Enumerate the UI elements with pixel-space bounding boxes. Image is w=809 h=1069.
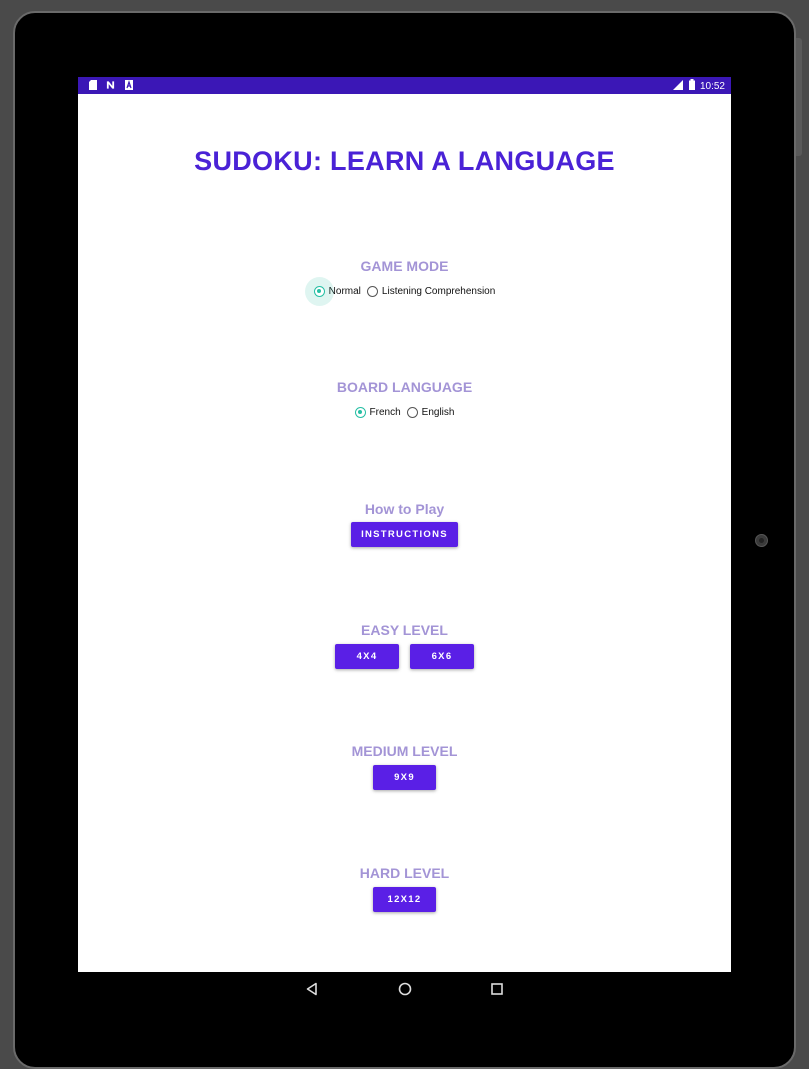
camera (755, 534, 768, 547)
board-language-radio-group: French English (78, 407, 731, 418)
easy-level-label: EASY LEVEL (361, 622, 448, 638)
hard-level-label: HARD LEVEL (359, 865, 450, 881)
radio-listening-label: Listening Comprehension (381, 286, 496, 297)
signal-icon (672, 79, 684, 93)
navigation-bar (78, 972, 731, 1006)
radio-english[interactable]: English (406, 407, 455, 418)
board-language-label: BOARD LANGUAGE (336, 379, 473, 395)
n-icon (106, 80, 115, 90)
a-icon (124, 80, 133, 90)
status-time: 10:52 (699, 80, 725, 92)
radio-unchecked-icon[interactable] (406, 407, 418, 418)
instructions-button[interactable]: INSTRUCTIONS (351, 522, 458, 547)
easy-6x6-button[interactable]: 6X6 (410, 644, 474, 669)
medium-9x9-button[interactable]: 9X9 (373, 765, 436, 790)
radio-normal[interactable]: Normal (304, 277, 361, 306)
app-title: SUDOKU: LEARN A LANGUAGE (194, 146, 615, 176)
home-icon[interactable] (396, 980, 414, 998)
back-icon[interactable] (303, 980, 321, 998)
hard-12x12-button[interactable]: 12X12 (373, 887, 436, 912)
sd-card-icon (88, 80, 97, 90)
screen: 10:52 SUDOKU: LEARN A LANGUAGE GAME MODE… (78, 77, 731, 1006)
radio-checked-icon[interactable] (313, 286, 325, 297)
radio-listening-comprehension[interactable]: Listening Comprehension (366, 286, 496, 297)
how-to-play-label: How to Play (364, 501, 445, 517)
medium-level-label: MEDIUM LEVEL (351, 743, 458, 759)
game-mode-radio-group: Normal Listening Comprehension (78, 277, 731, 306)
radio-checked-icon[interactable] (354, 407, 366, 418)
radio-unchecked-icon[interactable] (366, 286, 378, 297)
radio-french[interactable]: French (354, 407, 401, 418)
side-button (796, 38, 802, 156)
radio-english-label: English (421, 407, 455, 418)
recents-icon[interactable] (488, 980, 506, 998)
radio-french-label: French (369, 407, 401, 418)
battery-icon (688, 79, 695, 93)
status-bar: 10:52 (78, 77, 731, 94)
easy-4x4-button[interactable]: 4X4 (335, 644, 399, 669)
main-menu: SUDOKU: LEARN A LANGUAGE GAME MODE Norma… (78, 94, 731, 972)
game-mode-label: GAME MODE (360, 258, 449, 274)
